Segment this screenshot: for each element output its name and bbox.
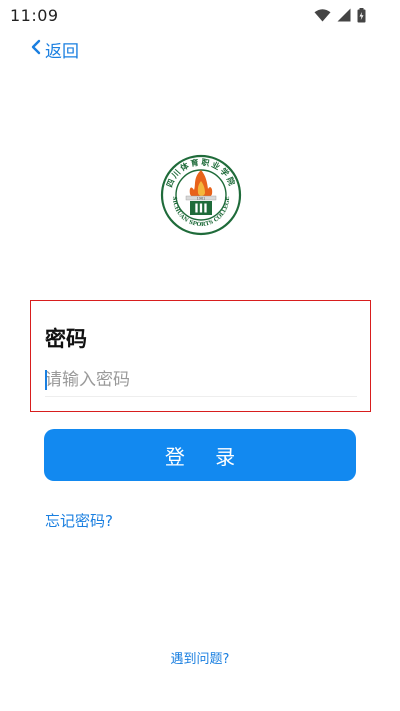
status-bar: 11:09	[0, 0, 400, 30]
logo-year: 1961	[197, 196, 206, 200]
password-label: 密码	[45, 327, 87, 351]
college-logo: 四川体育职业学院 SICHUAN SPORTS COLLEGE 1961 III	[160, 154, 242, 236]
help-link[interactable]: 遇到问题?	[0, 648, 400, 667]
back-button[interactable]: 返回	[30, 36, 79, 62]
forgot-password-link[interactable]: 忘记密码?	[45, 510, 113, 531]
cellular-signal-icon	[337, 8, 351, 22]
login-button[interactable]: 登 录	[44, 429, 356, 481]
battery-icon	[357, 7, 366, 23]
chevron-left-icon	[30, 39, 41, 59]
wifi-icon	[314, 8, 331, 22]
password-section: 密码	[30, 300, 371, 412]
back-label: 返回	[45, 41, 79, 62]
password-input[interactable]	[45, 363, 357, 397]
status-time: 11:09	[10, 5, 59, 25]
status-icons	[314, 7, 366, 23]
logo-mark: III	[194, 202, 207, 216]
login-screen: 11:09 返回 四川体育职业学院 SICHUAN SPORTS COLLEGE…	[0, 0, 400, 711]
text-cursor	[45, 370, 47, 390]
